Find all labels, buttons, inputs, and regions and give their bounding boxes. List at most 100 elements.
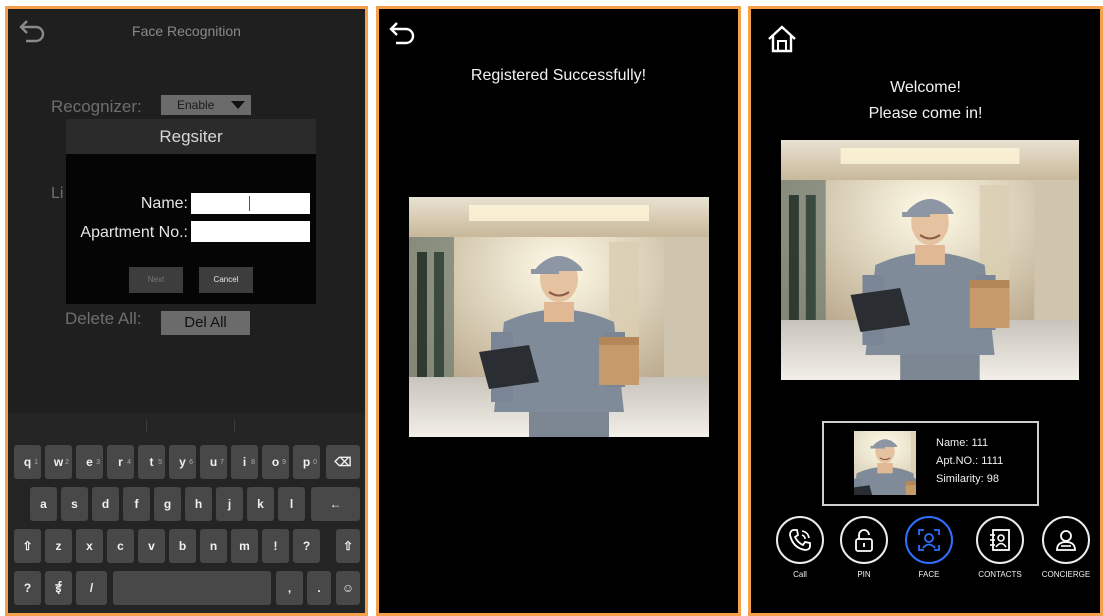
suggestion-divider (234, 419, 235, 433)
key-period-label: . (317, 581, 321, 595)
header: Face Recognition (8, 9, 365, 53)
key-question[interactable]: ? (293, 529, 320, 563)
key-k-label: k (257, 497, 264, 511)
language-key[interactable]: ई (45, 571, 72, 605)
key-e[interactable]: e3 (76, 445, 103, 479)
key-y[interactable]: y6 (169, 445, 196, 479)
key-g-label: g (163, 497, 172, 511)
key-a-label: a (40, 497, 47, 511)
face-circle (905, 516, 953, 564)
key-q[interactable]: q1 (14, 445, 41, 479)
key-u[interactable]: u7 (200, 445, 227, 479)
key-slash-label: / (89, 581, 94, 595)
key-v[interactable]: v (138, 529, 165, 563)
name-field[interactable] (191, 193, 310, 214)
key-i-hint: 8 (251, 459, 255, 466)
key-a[interactable]: a (30, 487, 57, 521)
name-label: Name: (140, 195, 188, 212)
enter-key[interactable]: ← (311, 487, 360, 521)
emoji-key-label: ☺ (341, 581, 355, 595)
apartment-field[interactable] (191, 221, 310, 242)
key-k[interactable]: k (247, 487, 274, 521)
space-key[interactable] (113, 571, 271, 605)
key-f[interactable]: f (123, 487, 150, 521)
key-slash[interactable]: / (76, 571, 107, 605)
key-u-hint: 7 (220, 459, 224, 466)
key-exclamation-label: ! (273, 539, 278, 553)
key-t-hint: 5 (158, 459, 162, 466)
nav-call-button[interactable]: Call (774, 516, 826, 579)
backspace-key-label: ⌫ (334, 455, 352, 469)
key-r-hint: 4 (127, 459, 131, 466)
back-icon[interactable] (388, 19, 418, 47)
concierge-icon (1056, 530, 1076, 551)
key-t-label: t (149, 455, 154, 469)
key-t[interactable]: t5 (138, 445, 165, 479)
key-c[interactable]: c (107, 529, 134, 563)
key-period[interactable]: . (307, 571, 331, 605)
pin-circle (840, 516, 888, 564)
shift-right-key[interactable]: ⇧ (336, 529, 360, 563)
key-z[interactable]: z (45, 529, 72, 563)
nav-label-call: Call (793, 570, 807, 579)
recognizer-dropdown[interactable]: Enable (161, 95, 251, 115)
next-button[interactable]: Next (129, 267, 183, 293)
register-dialog: Regsiter Name: Apartment No.: Next Cance… (66, 119, 316, 304)
success-message: Registered Successfully! (470, 67, 647, 84)
home-icon[interactable] (765, 23, 799, 55)
nav-face-button[interactable]: FACE (903, 516, 955, 579)
key-comma-label: , (287, 581, 292, 595)
face-recognition-settings-panel: Face Recognition Recognizer: Enable Li D… (5, 6, 368, 616)
key-m-label: m (239, 539, 250, 553)
key-l[interactable]: l (278, 487, 305, 521)
key-i[interactable]: i8 (231, 445, 258, 479)
backspace-key[interactable]: ⌫ (326, 445, 360, 479)
phone-icon (789, 529, 811, 551)
nav-concierge-button[interactable]: CONCIERGE (1036, 516, 1096, 579)
key-p[interactable]: p0 (293, 445, 320, 479)
recognition-result-card: Name: 111 Apt.NO.: 1111 Similarity: 98 (822, 421, 1039, 506)
key-h-label: h (194, 497, 203, 511)
nav-contacts-button[interactable]: CONTACTS (970, 516, 1030, 579)
key-d[interactable]: d (92, 487, 119, 521)
result-similarity: Similarity: 98 (936, 473, 999, 485)
face-scan-icon (918, 529, 940, 551)
hidden-row-label: Li (51, 185, 64, 202)
language-key-label: ई (55, 581, 62, 595)
recognizer-value: Enable (177, 98, 215, 112)
key-i-label: i (242, 455, 247, 469)
key-comma[interactable]: , (276, 571, 303, 605)
recognized-face-photo (781, 140, 1079, 380)
welcome-text: Welcome! (890, 79, 961, 96)
key-n[interactable]: n (200, 529, 227, 563)
symbols-key[interactable]: ?123 (14, 571, 41, 605)
key-s[interactable]: s (61, 487, 88, 521)
nav-pin-button[interactable]: PIN (838, 516, 890, 579)
key-r[interactable]: r4 (107, 445, 134, 479)
key-w[interactable]: w2 (45, 445, 72, 479)
shift-left-key[interactable]: ⇧ (14, 529, 41, 563)
key-b-label: b (178, 539, 187, 553)
apartment-label: Apartment No.: (80, 224, 188, 241)
registered-face-photo (409, 197, 709, 437)
lock-icon (855, 529, 873, 552)
key-f-label: f (134, 497, 139, 511)
emoji-key[interactable]: ☺ (336, 571, 360, 605)
nav-label-concierge: CONCIERGE (1041, 570, 1091, 579)
key-o[interactable]: o9 (262, 445, 289, 479)
shift-right-key-label: ⇧ (342, 539, 354, 553)
key-x-label: x (86, 539, 93, 553)
key-e-hint: 3 (96, 459, 100, 466)
key-g[interactable]: g (154, 487, 181, 521)
cancel-button[interactable]: Cancel (199, 267, 253, 293)
delete-all-button[interactable]: Del All (161, 311, 250, 335)
key-c-label: c (117, 539, 124, 553)
key-b[interactable]: b (169, 529, 196, 563)
key-x[interactable]: x (76, 529, 103, 563)
key-p-hint: 0 (313, 459, 317, 466)
key-z-label: z (55, 539, 62, 553)
key-m[interactable]: m (231, 529, 258, 563)
key-j[interactable]: j (216, 487, 243, 521)
key-exclamation[interactable]: ! (262, 529, 289, 563)
key-h[interactable]: h (185, 487, 212, 521)
